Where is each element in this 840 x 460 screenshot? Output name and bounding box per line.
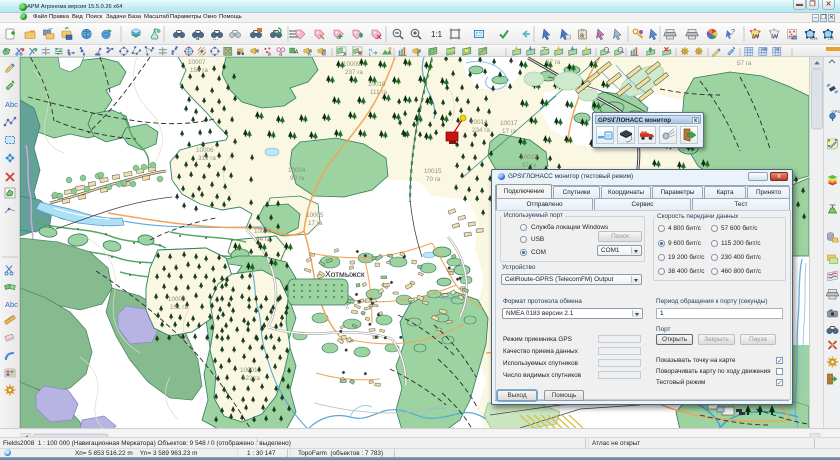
svg-text:319 га: 319 га xyxy=(198,155,216,162)
svg-text:A: A xyxy=(295,50,299,56)
svg-text:A: A xyxy=(308,52,312,58)
svg-text:57 га: 57 га xyxy=(737,60,752,67)
svg-text:10001: 10001 xyxy=(240,367,258,374)
svg-text:Abc: Abc xyxy=(5,300,18,309)
svg-text:NM: NM xyxy=(762,48,767,52)
svg-text:111 га: 111 га xyxy=(370,89,387,96)
svg-text:a: a xyxy=(580,33,584,40)
svg-text:99 га: 99 га xyxy=(290,175,305,182)
svg-text:10007: 10007 xyxy=(188,59,206,66)
svg-text:Хотмыжск: Хотмыжск xyxy=(325,269,365,279)
svg-text:PO: PO xyxy=(791,36,796,40)
svg-text:101 га: 101 га xyxy=(170,304,188,311)
svg-text:234 га: 234 га xyxy=(472,127,490,134)
svg-text:97 га: 97 га xyxy=(522,162,537,169)
svg-text:70 га: 70 га xyxy=(426,176,441,183)
svg-text:10005: 10005 xyxy=(306,212,324,219)
svg-text:156 га: 156 га xyxy=(190,67,208,74)
svg-text:a: a xyxy=(268,51,271,57)
svg-text:10003: 10003 xyxy=(254,228,272,235)
svg-text:...: ... xyxy=(213,36,218,42)
svg-text:Len: Len xyxy=(828,37,834,41)
svg-text:10019: 10019 xyxy=(520,154,538,161)
svg-text:64 га: 64 га xyxy=(256,236,271,243)
svg-text:10009: 10009 xyxy=(343,61,361,68)
svg-text:Area: Area xyxy=(810,37,817,41)
svg-text:a: a xyxy=(279,51,282,57)
svg-text:Abc: Abc xyxy=(5,100,18,109)
svg-text:1:1: 1:1 xyxy=(431,30,443,39)
svg-text:?: ? xyxy=(731,29,735,36)
svg-text:10017: 10017 xyxy=(500,120,518,127)
svg-text:10010: 10010 xyxy=(368,81,386,88)
svg-text:10014: 10014 xyxy=(470,119,488,126)
svg-text:10006: 10006 xyxy=(196,147,214,154)
svg-text:17 га: 17 га xyxy=(308,220,323,227)
svg-text:122 га: 122 га xyxy=(242,375,260,382)
svg-text:W: W xyxy=(753,34,760,41)
svg-text:67 га: 67 га xyxy=(546,59,561,66)
svg-text:2: 2 xyxy=(417,52,420,58)
svg-text:10008: 10008 xyxy=(168,296,186,303)
svg-text:W: W xyxy=(772,34,779,41)
svg-text:10004: 10004 xyxy=(288,167,306,174)
svg-text:17 га: 17 га xyxy=(502,128,517,135)
svg-text:M: M xyxy=(322,52,326,58)
svg-text:10015: 10015 xyxy=(424,168,442,175)
svg-text:M: M xyxy=(776,48,779,52)
svg-text:237 га: 237 га xyxy=(345,69,363,76)
